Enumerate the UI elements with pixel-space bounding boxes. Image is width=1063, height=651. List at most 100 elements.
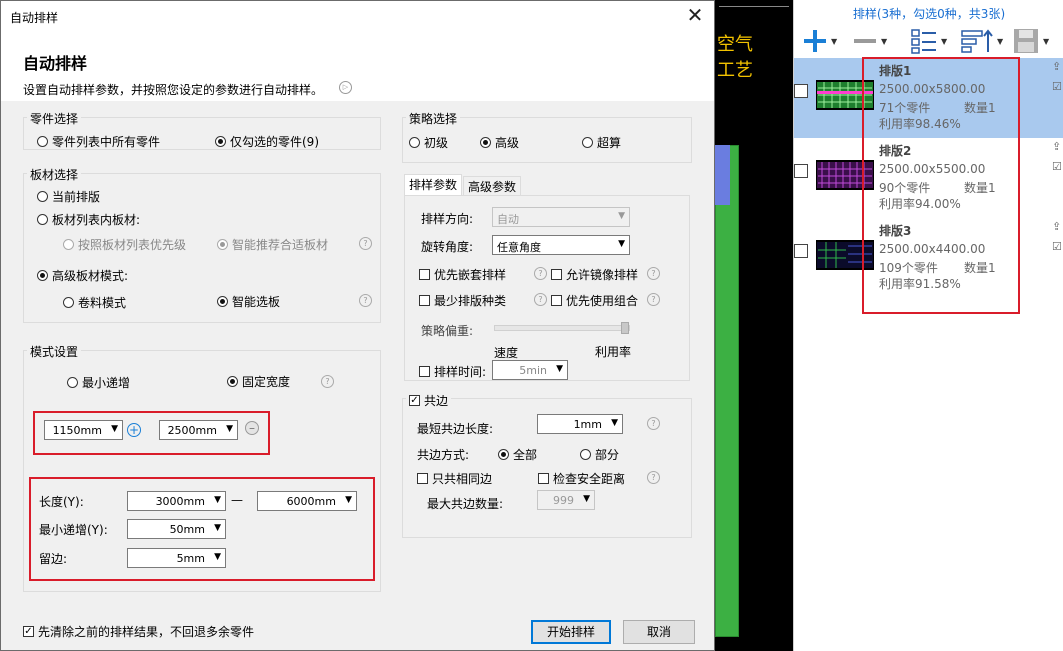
- radio-strategy-super[interactable]: 超算: [582, 134, 621, 151]
- chevron-down-icon: ▼: [618, 211, 625, 221]
- nest-result-panel: 排样(3种，勾选0种，共3张) ▼ ▼ ▼ ▼ ▼ 排版1 2500.00x58…: [793, 0, 1063, 651]
- checkbox-use-combo[interactable]: 优先使用组合: [551, 292, 638, 309]
- bias-speed-label: 速度: [494, 346, 519, 360]
- save-icon: [1014, 29, 1038, 53]
- max-edge-count-combo[interactable]: 999 ▼: [537, 490, 595, 510]
- min-edge-length-combo[interactable]: 1mm ▼: [537, 414, 623, 434]
- nest-summary-header: 排样(3种，勾选0种，共3张): [852, 7, 1006, 21]
- cad-text-line1: 空气: [717, 34, 753, 55]
- cad-sheet-strip: [715, 145, 739, 637]
- edge-method-label: 共边方式:: [417, 448, 470, 462]
- upload-icon[interactable]: ⇪: [1052, 60, 1061, 73]
- max-edge-count-label: 最大共边数量:: [427, 497, 504, 511]
- direction-combo[interactable]: 自动 ▼: [492, 207, 630, 227]
- radio-current-sheet[interactable]: 当前排版: [37, 188, 100, 205]
- radio-sheet-list[interactable]: 板材列表内板材:: [37, 211, 140, 228]
- checkbox-check-safety[interactable]: 检查安全距离: [538, 470, 625, 487]
- help-icon[interactable]: ?: [359, 294, 372, 307]
- bias-slider-track[interactable]: [494, 325, 630, 331]
- bias-label: 策略偏重:: [421, 324, 474, 338]
- radio-roll-mode[interactable]: 卷料模式: [63, 294, 126, 311]
- plus-icon: [804, 30, 826, 52]
- upload-icon[interactable]: ⇪: [1052, 220, 1061, 233]
- chevron-down-icon: ▼: [831, 36, 838, 46]
- remove-nest-button[interactable]: ▼: [852, 26, 887, 56]
- radio-all-parts[interactable]: 零件列表中所有零件: [37, 133, 160, 150]
- list-view-button[interactable]: ▼: [910, 26, 947, 56]
- radio-list-priority[interactable]: 按照板材列表优先级: [63, 236, 186, 253]
- edit-icon[interactable]: ☑: [1052, 240, 1062, 253]
- bias-rate-label: 利用率: [595, 345, 632, 359]
- help-icon[interactable]: ?: [647, 471, 660, 484]
- radio-smart-recommend[interactable]: 智能推荐合适板材: [217, 236, 328, 253]
- radio-min-increment[interactable]: 最小递增: [67, 374, 130, 391]
- tab-advanced-params[interactable]: 高级参数: [463, 176, 522, 196]
- help-icon[interactable]: ?: [321, 375, 334, 388]
- radio-strategy-advanced[interactable]: 高级: [480, 134, 519, 151]
- min-edge-length-label: 最短共边长度:: [417, 422, 494, 436]
- radio-strategy-basic[interactable]: 初级: [409, 134, 448, 151]
- radio-edge-part[interactable]: 部分: [580, 446, 619, 463]
- upload-icon[interactable]: ⇪: [1052, 140, 1061, 153]
- chevron-down-icon: ▼: [556, 364, 563, 374]
- chevron-down-icon: ▼: [611, 418, 618, 428]
- nest-checkbox[interactable]: [794, 84, 808, 98]
- checkbox-similar-edge[interactable]: 只共相同边: [417, 470, 492, 487]
- help-icon[interactable]: ?: [534, 293, 547, 306]
- sort-button[interactable]: ▼: [960, 26, 1003, 56]
- add-nest-button[interactable]: ▼: [802, 26, 837, 56]
- list-icon: [911, 29, 936, 54]
- minus-icon: [854, 39, 876, 43]
- rotation-combo[interactable]: 任意角度 ▼: [492, 235, 630, 255]
- chevron-down-icon: ▼: [583, 494, 590, 504]
- nest-time-combo[interactable]: 5min ▼: [492, 360, 568, 380]
- radio-checked-parts[interactable]: 仅勾选的零件(9): [215, 133, 319, 150]
- chevron-down-icon: ▼: [997, 36, 1004, 46]
- checkbox-clear-previous[interactable]: ✓ 先清除之前的排样结果，不回退多余零件: [23, 623, 254, 640]
- strategy-legend: 策略选择: [406, 110, 461, 127]
- cad-canvas[interactable]: 空气 工艺: [715, 0, 793, 651]
- close-icon: ✕: [686, 3, 704, 27]
- help-icon[interactable]: ?: [534, 267, 547, 280]
- nest-checkbox[interactable]: [794, 244, 808, 258]
- edit-icon[interactable]: ☑: [1052, 160, 1062, 173]
- tab-nest-params[interactable]: 排样参数: [404, 174, 463, 196]
- nest-checkbox[interactable]: [794, 164, 808, 178]
- chevron-down-icon: ▼: [881, 36, 888, 46]
- size-highlight-box: [33, 411, 270, 455]
- checkbox-allow-mirror[interactable]: 允许镜像排样: [551, 266, 638, 283]
- checkbox-nest-time[interactable]: 排样时间:: [419, 363, 486, 380]
- radio-smart-select[interactable]: 智能选板: [217, 293, 280, 310]
- start-nest-button[interactable]: 开始排样: [531, 620, 611, 644]
- cad-text-line2: 工艺: [717, 60, 753, 81]
- checkbox-min-sheet-types[interactable]: 最少排版种类: [419, 292, 506, 309]
- help-icon[interactable]: ?: [647, 417, 660, 430]
- play-icon[interactable]: ▷: [339, 81, 352, 94]
- cancel-button[interactable]: 取消: [623, 620, 695, 644]
- checkbox-common-edge[interactable]: ✓ 共边: [406, 392, 452, 409]
- radio-fixed-width[interactable]: 固定宽度: [227, 373, 290, 390]
- parts-selection-legend: 零件选择: [27, 110, 82, 127]
- chevron-down-icon: ▼: [618, 239, 625, 249]
- dialog-titlebar[interactable]: 自动排样 ✕: [1, 1, 714, 31]
- chevron-down-icon: ▼: [1043, 36, 1050, 46]
- help-icon[interactable]: ?: [647, 267, 660, 280]
- edit-icon[interactable]: ☑: [1052, 80, 1062, 93]
- help-icon[interactable]: ?: [647, 293, 660, 306]
- radio-edge-all[interactable]: 全部: [498, 446, 537, 463]
- save-nest-button[interactable]: ▼: [1012, 26, 1049, 56]
- rotation-label: 旋转角度:: [421, 240, 474, 254]
- dialog-body: 零件选择 零件列表中所有零件 仅勾选的零件(9) 板材选择 当前排版 板材列表内…: [1, 101, 714, 650]
- sort-icon: [961, 29, 993, 53]
- help-icon[interactable]: ?: [359, 237, 372, 250]
- bias-slider-thumb[interactable]: [621, 322, 629, 334]
- dialog-heading: 自动排样: [23, 54, 88, 73]
- dialog-description: 设置自动排样参数，并按照您设定的参数进行自动排样。: [23, 83, 324, 97]
- dialog-title: 自动排样: [10, 11, 59, 25]
- checkbox-nest-first[interactable]: 优先嵌套排样: [419, 266, 506, 283]
- nest-highlight-box: [862, 57, 1020, 314]
- sheet-selection-legend: 板材选择: [27, 166, 82, 183]
- radio-advanced-sheet[interactable]: 高级板材模式:: [37, 267, 128, 284]
- close-button[interactable]: ✕: [682, 4, 708, 28]
- cad-part-blue: [715, 145, 730, 205]
